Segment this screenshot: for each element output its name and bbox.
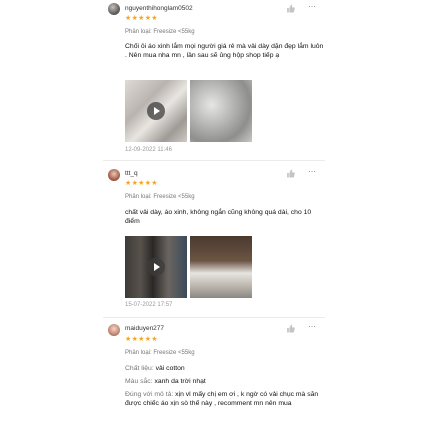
review-divider: [103, 160, 325, 161]
attribute-label: Màu sắc:: [125, 378, 153, 385]
attribute-label: Đúng với mô tả:: [125, 391, 174, 398]
play-icon[interactable]: [147, 102, 165, 120]
rating-stars: ★★★★★: [125, 15, 158, 22]
review-attribute: Đúng với mô tả: xịn vl mấy chị em ơi , k…: [125, 391, 325, 408]
review-date: 15-07-2022 17:57: [125, 302, 173, 308]
review-video-thumbnail[interactable]: [125, 80, 187, 142]
review-video-thumbnail[interactable]: [125, 236, 187, 298]
review-attribute: Màu sắc: xanh da trời nhạt: [125, 378, 325, 387]
attribute-value: vải cotton: [155, 365, 185, 372]
review-username[interactable]: nguyenthihonglam0502: [125, 5, 193, 12]
thumbs-up-icon[interactable]: [286, 169, 295, 178]
review-date: 12-09-2022 11:46: [125, 147, 172, 153]
attribute-label: Chất liệu:: [125, 365, 154, 372]
more-options-icon[interactable]: ⋯: [308, 2, 317, 11]
review-image-thumbnail[interactable]: [190, 236, 252, 298]
rating-stars: ★★★★★: [125, 180, 158, 187]
attribute-value: xanh da trời nhạt: [154, 378, 206, 385]
thumbs-up-icon[interactable]: [286, 324, 295, 333]
rating-stars: ★★★★★: [125, 336, 158, 343]
review-image-thumbnail[interactable]: [190, 80, 252, 142]
review-attribute: Chất liệu: vải cotton: [125, 365, 325, 374]
more-options-icon[interactable]: ⋯: [308, 322, 317, 331]
avatar[interactable]: [108, 169, 120, 181]
thumbs-up-icon[interactable]: [286, 4, 295, 13]
variation-label: Phân loại: Freesize <55kg: [125, 194, 195, 200]
review-divider: [103, 317, 325, 318]
review-username[interactable]: maiduyen277: [125, 325, 164, 332]
avatar[interactable]: [108, 3, 120, 15]
review-text: Chối ôi áo xinh lắm mọi người giá rẻ mà …: [125, 43, 324, 59]
avatar[interactable]: [108, 324, 120, 336]
play-icon[interactable]: [147, 258, 165, 276]
variation-label: Phân loại: Freesize <55kg: [125, 29, 195, 35]
review-text: chất vải dày, áo xinh, không ngắn cũng k…: [125, 209, 312, 225]
review-username[interactable]: ttt_q: [125, 170, 138, 177]
variation-label: Phân loại: Freesize <55kg: [125, 350, 195, 356]
more-options-icon[interactable]: ⋯: [308, 167, 317, 176]
